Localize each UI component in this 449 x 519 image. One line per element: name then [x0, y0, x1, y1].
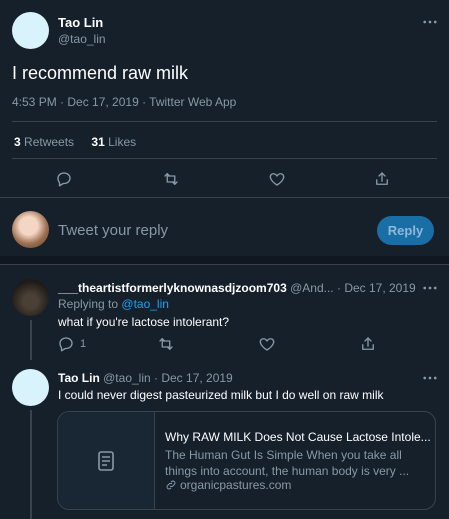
more-options-icon[interactable]: [420, 278, 440, 298]
share-icon[interactable]: [358, 334, 378, 354]
reply-date[interactable]: · Dec 17, 2019: [337, 281, 416, 295]
tweet-reply-input[interactable]: Tweet your reply: [58, 222, 168, 239]
thread-line: [30, 410, 32, 519]
reply-button[interactable]: Reply: [377, 216, 434, 245]
article-icon: [98, 450, 114, 471]
tweet-stats: 3 Retweets 31 Likes: [14, 135, 136, 149]
share-icon[interactable]: [372, 169, 392, 189]
reply-icon[interactable]: [56, 334, 76, 354]
reply-date[interactable]: · Dec 17, 2019: [154, 371, 233, 385]
replying-to-label: Replying to: [58, 297, 119, 311]
reply-author-handle[interactable]: @tao_lin: [103, 371, 151, 385]
divider: [0, 264, 449, 265]
reply-author-name[interactable]: Tao Lin: [58, 371, 100, 385]
like-icon[interactable]: [257, 334, 277, 354]
card-domain: organicpastures.com: [180, 478, 292, 492]
card-description: The Human Gut Is Simple When you take al…: [165, 448, 410, 478]
replying-to-handle[interactable]: @tao_lin: [121, 297, 169, 311]
tweet-text: I recommend raw milk: [12, 63, 189, 83]
replying-to: Replying to @tao_lin: [58, 297, 169, 311]
divider: [12, 121, 437, 122]
retweets-stat[interactable]: 3 Retweets: [14, 135, 77, 149]
likes-stat[interactable]: 31 Likes: [91, 135, 136, 149]
reply-text: I could never digest pasteurized milk bu…: [58, 388, 384, 402]
author-avatar[interactable]: [12, 12, 49, 49]
reply-author-handle[interactable]: @And...: [290, 281, 334, 295]
more-options-icon[interactable]: [420, 368, 440, 388]
author-name[interactable]: Tao Lin: [58, 15, 103, 30]
reply-text: what if you're lactose intolerant?: [58, 315, 230, 329]
link-icon: [166, 480, 176, 490]
retweet-icon[interactable]: [156, 334, 176, 354]
retweets-label: Retweets: [24, 135, 75, 149]
like-icon[interactable]: [267, 169, 287, 189]
likes-count: 31: [91, 135, 105, 149]
likes-label: Likes: [108, 135, 137, 149]
card-domain-row: organicpastures.com: [165, 478, 291, 492]
link-card[interactable]: Why RAW MILK Does Not Cause Lactose Into…: [57, 411, 436, 510]
retweet-icon[interactable]: [161, 169, 181, 189]
card-title: Why RAW MILK Does Not Cause Lactose Into…: [165, 430, 431, 444]
thread-line: [30, 320, 32, 360]
divider: [12, 158, 437, 159]
current-user-avatar[interactable]: [12, 211, 49, 248]
reply-author-avatar[interactable]: [12, 279, 49, 316]
card-thumbnail: [58, 412, 155, 509]
reply-author-name[interactable]: ___theartistformerlyknownasdjzoom703: [58, 281, 287, 295]
author-handle[interactable]: @tao_lin: [58, 32, 106, 46]
divider: [0, 197, 449, 198]
reply-author-avatar[interactable]: [12, 369, 49, 406]
reply-header: Tao Lin @tao_lin · Dec 17, 2019: [58, 371, 233, 385]
reply-header: ___theartistformerlyknownasdjzoom703 @An…: [58, 281, 416, 295]
section-separator: [0, 256, 449, 264]
more-options-icon[interactable]: [420, 12, 440, 32]
reply-icon[interactable]: [54, 169, 74, 189]
retweets-count: 3: [14, 135, 21, 149]
tweet-timestamp[interactable]: 4:53 PM · Dec 17, 2019 · Twitter Web App: [12, 95, 236, 109]
reply-count: 1: [80, 338, 87, 350]
